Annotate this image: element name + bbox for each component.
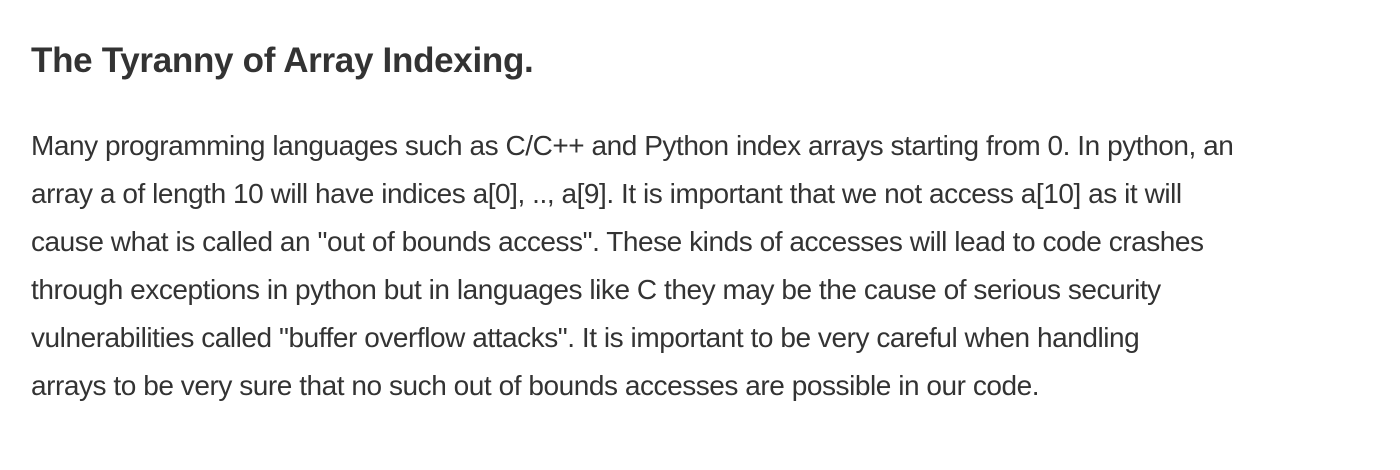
paragraph-line: vulnerabilities called "buffer overflow …: [31, 322, 1140, 353]
paragraph-line: cause what is called an "out of bounds a…: [31, 226, 1204, 257]
paragraph-line: array a of length 10 will have indices a…: [31, 178, 1182, 209]
paragraph-line: Many programming languages such as C/C++…: [31, 130, 1234, 161]
paragraph-line: arrays to be very sure that no such out …: [31, 370, 1040, 401]
article-paragraph: Many programming languages such as C/C++…: [31, 122, 1371, 410]
paragraph-line: through exceptions in python but in lang…: [31, 274, 1161, 305]
article-title: The Tyranny of Array Indexing.: [31, 41, 534, 80]
